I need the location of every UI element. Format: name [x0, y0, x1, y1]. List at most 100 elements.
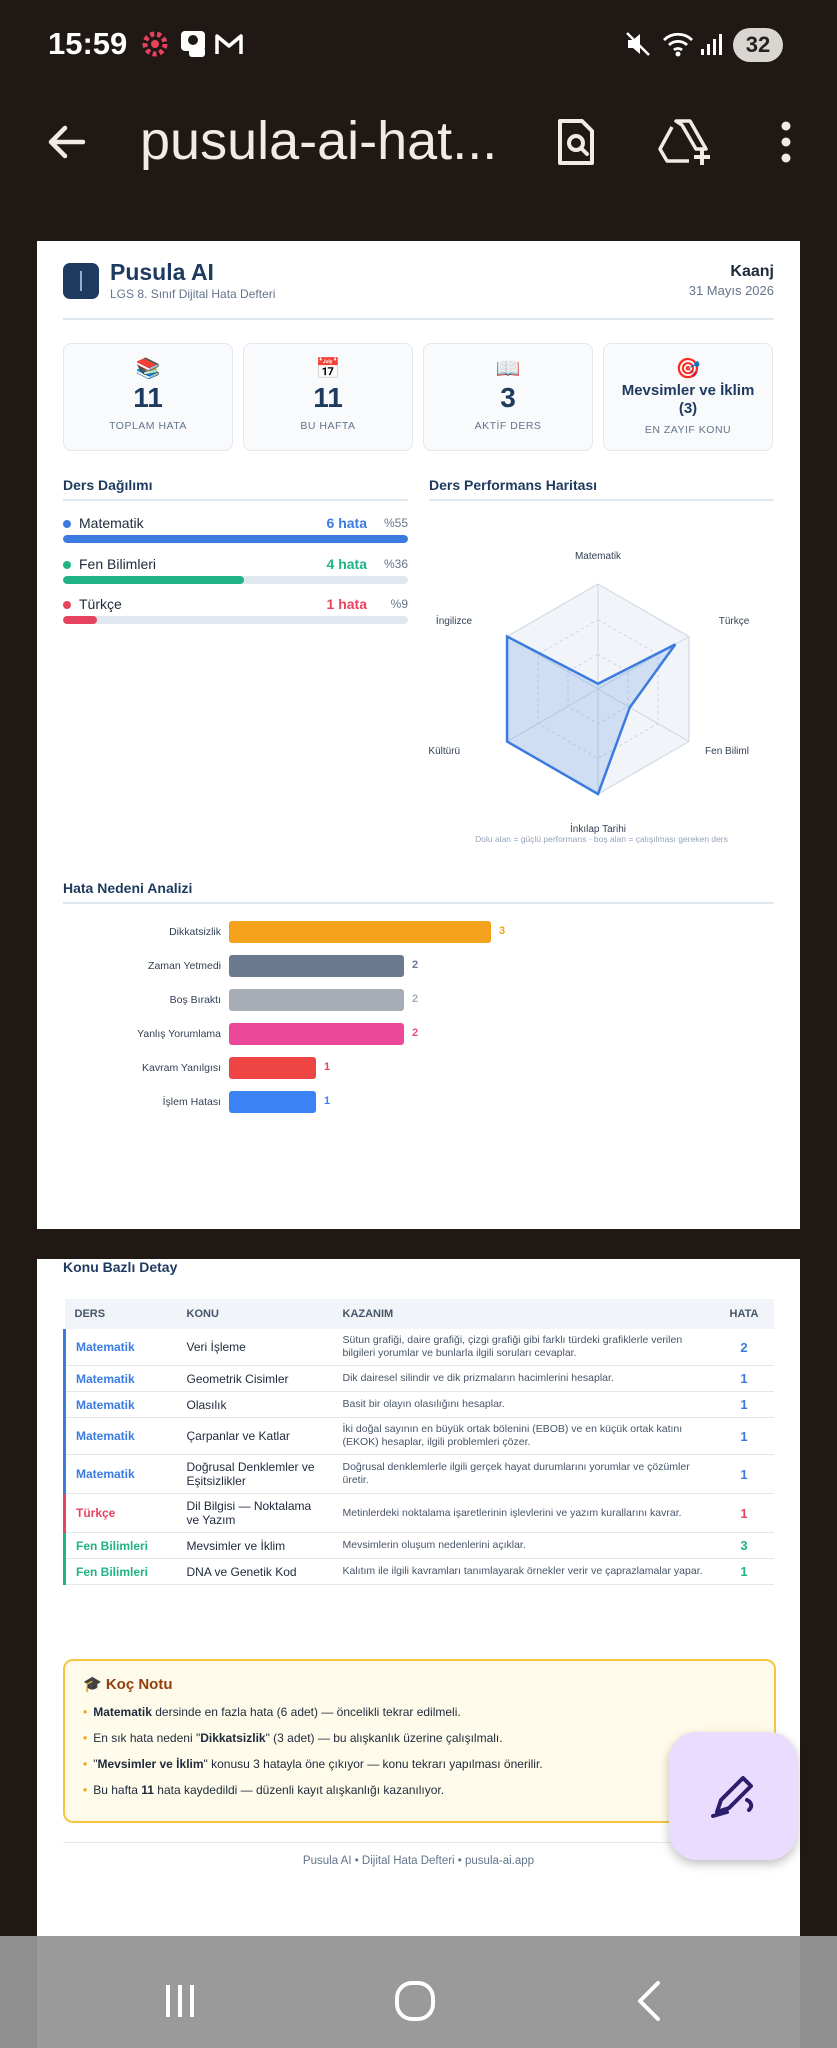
progress-track: [63, 576, 408, 584]
bar-value-label: 1: [324, 1095, 331, 1107]
g-app-icon: [178, 24, 208, 64]
cell-ders: Matematik: [63, 1417, 177, 1455]
series-dot: [63, 520, 71, 528]
ders-name: Matematik: [79, 515, 144, 531]
back-arrow-icon[interactable]: [34, 110, 98, 174]
stat-value: 11: [313, 382, 343, 413]
section-divider: [429, 499, 774, 501]
header-divider: [63, 318, 774, 320]
table-row: Fen Bilimleri DNA ve Genetik Kod Kalıtım i…: [63, 1558, 774, 1585]
bar: [229, 1023, 404, 1045]
status-bar: 15:59 32: [0, 0, 837, 90]
cell-hata: 3: [714, 1532, 774, 1559]
cell-ders: Matematik: [63, 1329, 177, 1366]
ders-count: 1 hata: [326, 596, 367, 612]
bar-label: Yanlış Yorumlama: [137, 1028, 221, 1040]
cell-ders: Fen Bilimleri: [63, 1558, 177, 1585]
radar-title: Ders Performans Haritası: [429, 477, 598, 493]
cell-ders: Matematik: [63, 1391, 177, 1418]
home-icon[interactable]: [385, 1976, 445, 2026]
system-nav-bar: [0, 1936, 837, 2048]
cell-hata: 2: [714, 1329, 774, 1366]
hata-nedeni-title: Hata Nedeni Analizi: [63, 880, 193, 896]
cell-kazanim: Metinlerdeki noktalama işaretlerinin işl…: [332, 1493, 714, 1533]
series-dot: [63, 561, 71, 569]
wifi-icon: [660, 24, 696, 64]
koc-notu-title: 🎓 Koç Notu: [83, 1676, 173, 1693]
pen-icon: [711, 1776, 754, 1818]
progress-track: [63, 535, 408, 543]
table-row: Matematik Geometrik Cisimler Dik dairesel …: [63, 1365, 774, 1392]
report-date: 31 Mayıs 2026: [688, 283, 774, 298]
recent-apps-icon[interactable]: [150, 1976, 210, 2026]
stat-card-weakest: 🎯 Mevsimler ve İklim (3) EN ZAYIF KONU: [603, 343, 773, 451]
ders-count: 4 hata: [326, 556, 367, 572]
cell-ders: Matematik: [63, 1365, 177, 1392]
signal-icon: [698, 24, 726, 64]
add-to-drive-icon[interactable]: [654, 110, 718, 174]
koc-note-item: • Bu hafta 11 hata kaydedildi — düzenli k…: [83, 1783, 445, 1797]
cell-ders: Türkçe: [63, 1493, 177, 1533]
document-title: pusula-ai-hat...: [140, 111, 498, 171]
more-options-icon[interactable]: [754, 110, 818, 174]
stat-label: AKTİF DERS: [474, 420, 542, 432]
radar-axis-label: Türkçe: [719, 616, 750, 627]
target-icon: 🎯: [675, 358, 701, 380]
stat-value: Mevsimler ve İklim (3): [621, 382, 755, 417]
back-icon[interactable]: [620, 1976, 680, 2026]
progress-track: [63, 616, 408, 624]
stat-card-week: 📅 11 BU HAFTA: [243, 343, 413, 451]
stat-value: 3: [500, 382, 516, 413]
bar: [229, 921, 491, 943]
stat-label: BU HAFTA: [300, 420, 356, 432]
bar-label: İşlem Hatası: [162, 1096, 221, 1108]
radar-axis-label: Matematik: [575, 551, 622, 562]
ders-percent: %36: [383, 557, 408, 571]
col-hata: HATA: [714, 1299, 774, 1329]
cell-hata: 1: [714, 1454, 774, 1494]
progress-fill: [63, 576, 244, 584]
bar-label: Boş Bıraktı: [169, 994, 221, 1006]
cell-hata: 1: [714, 1417, 774, 1455]
koc-highlight: Dikkatsizlik: [200, 1731, 266, 1745]
table-row: Matematik Olasılık Basit bir olayın olasıl…: [63, 1391, 774, 1418]
brand-subtitle: LGS 8. Sınıf Dijital Hata Defteri: [110, 287, 276, 301]
status-time: 15:59: [48, 26, 128, 61]
footer-divider: [63, 1842, 774, 1843]
koc-note-item: • En sık hata nedeni "Dikkatsizlik" (3 ad…: [83, 1731, 503, 1745]
section-divider: [63, 499, 408, 501]
open-book-icon: 📖: [495, 358, 521, 380]
cell-kazanim: Sütun grafiği, daire grafiği, çizgi graf…: [332, 1329, 714, 1366]
radar-axis-label: in Kültürü: [429, 746, 460, 757]
cell-hata: 1: [714, 1365, 774, 1392]
stat-label: EN ZAYIF KONU: [644, 424, 732, 436]
books-icon: 📚: [135, 358, 161, 380]
progress-fill: [63, 616, 97, 624]
ders-count: 6 hata: [326, 515, 367, 531]
bar: [229, 1057, 316, 1079]
cell-ders: Matematik: [63, 1454, 177, 1494]
ders-name: Türkçe: [79, 596, 122, 612]
edit-pen-fab[interactable]: [669, 1732, 797, 1860]
bullet: •: [83, 1783, 88, 1797]
bar-value-label: 2: [412, 1027, 419, 1039]
pusula-logo: [63, 263, 99, 299]
cell-hata: 1: [714, 1493, 774, 1533]
user-name: Kaanj: [730, 263, 774, 280]
ders-percent: %55: [383, 516, 408, 530]
search-document-icon[interactable]: [544, 110, 608, 174]
calendar-icon: 📅: [315, 358, 341, 380]
cell-konu: Geometrik Cisimler: [176, 1365, 333, 1392]
bar-label: Kavram Yanılgısı: [142, 1062, 221, 1074]
stat-label: TOPLAM HATA: [109, 420, 187, 432]
bar: [229, 989, 404, 1011]
settings-gear-icon: [138, 24, 172, 64]
table-header-row: DERS KONU KAZANIM HATA: [64, 1299, 774, 1329]
cell-konu: Veri İşleme: [176, 1329, 333, 1366]
cell-kazanim: Basit bir olayın olasılığını hesaplar.: [332, 1391, 714, 1418]
table-row: Matematik Veri İşleme Sütun grafiği, daire…: [63, 1329, 774, 1366]
bar: [229, 955, 404, 977]
table-row: Fen Bilimleri Mevsimler ve İklim Mevsimler…: [63, 1532, 774, 1559]
mute-icon: [622, 24, 654, 64]
cell-kazanim: Kalıtım ile ilgili kavramları tanımlayar…: [332, 1558, 714, 1585]
